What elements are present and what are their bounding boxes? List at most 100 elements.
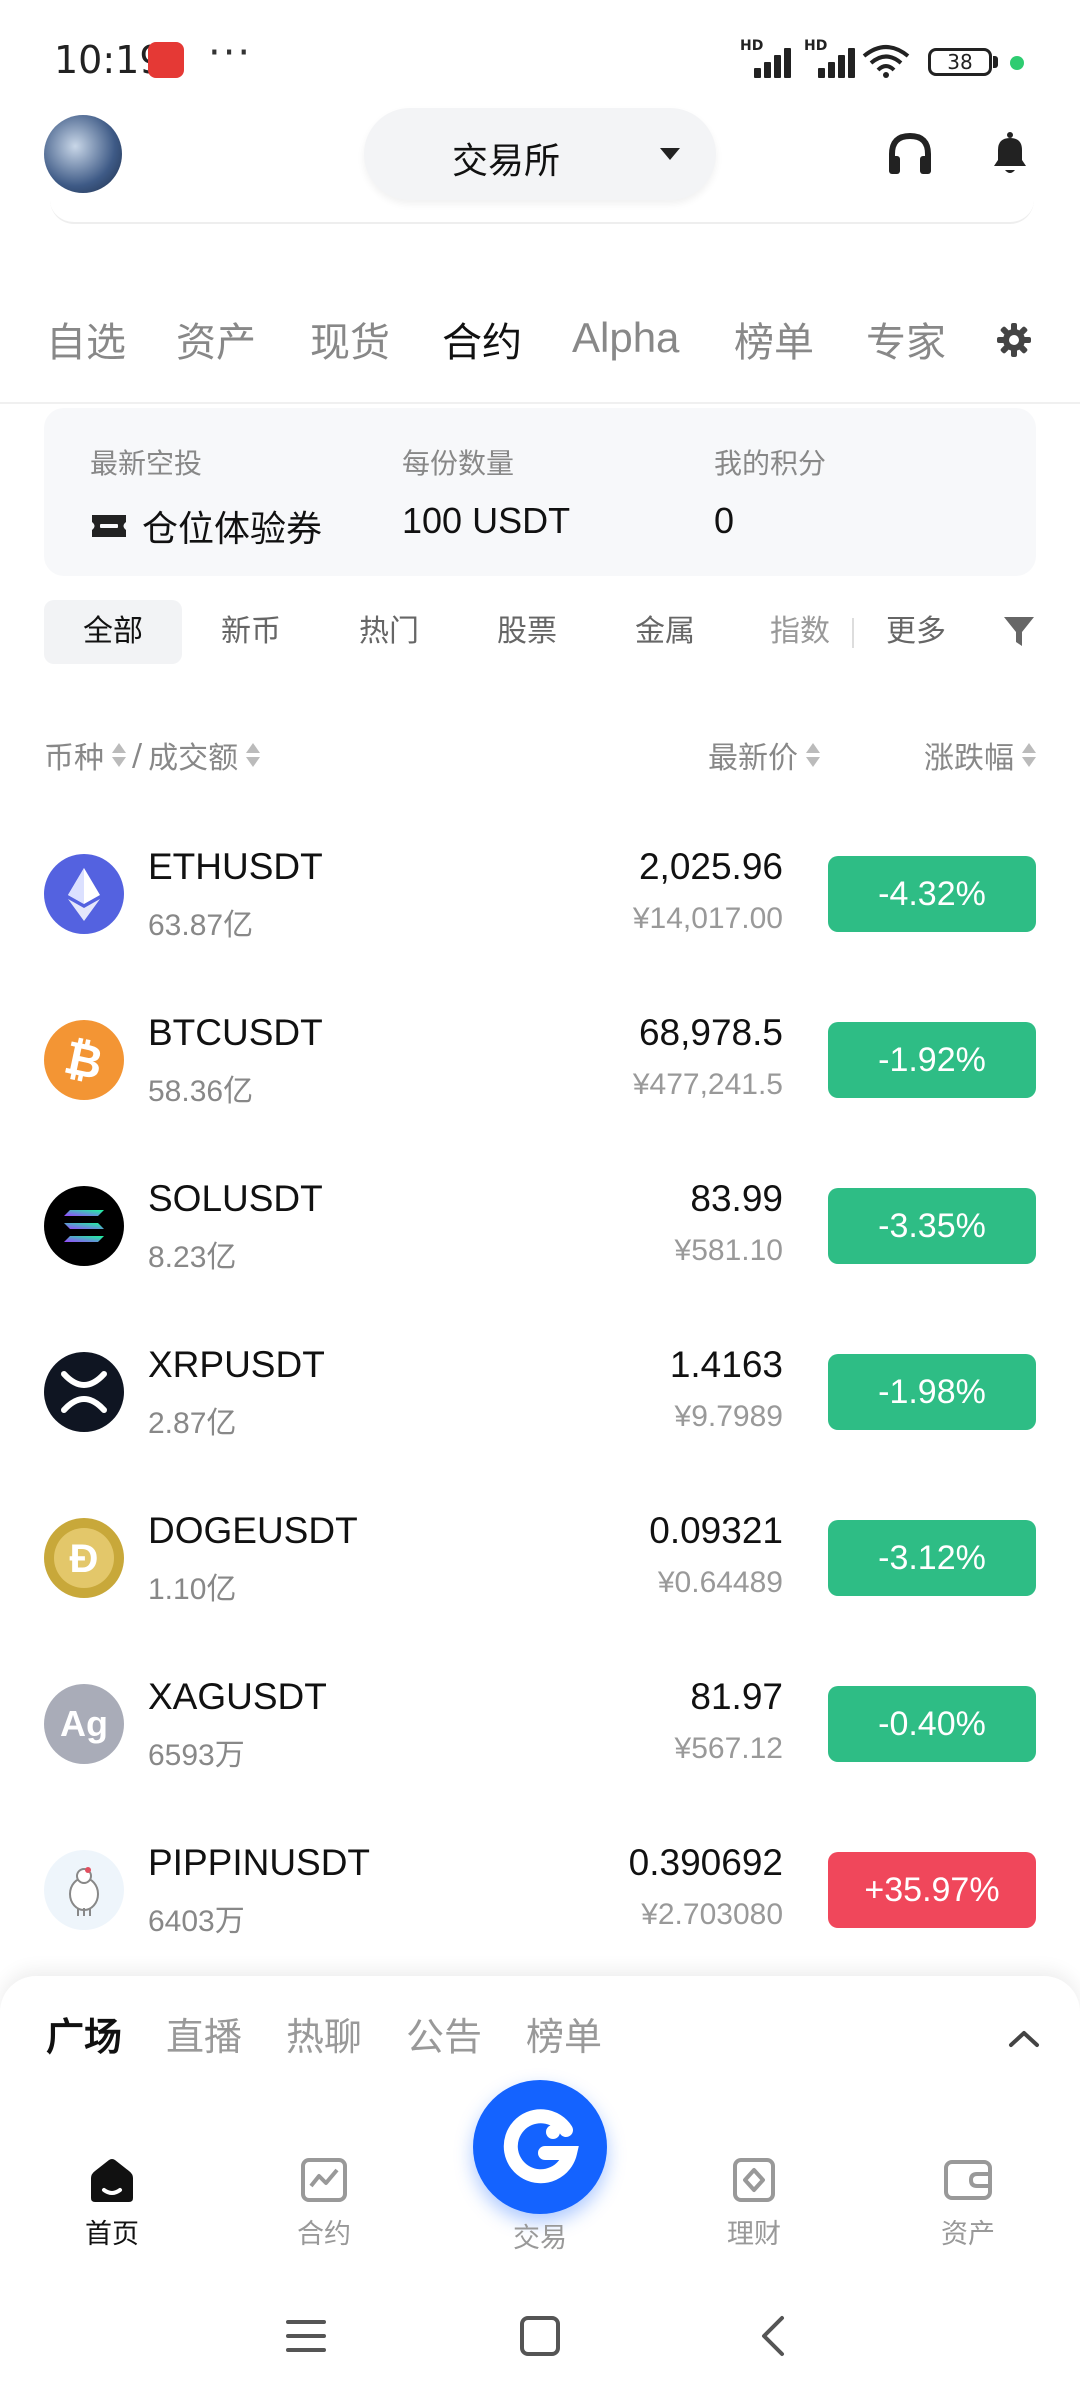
sort-icon[interactable] (246, 742, 261, 768)
market-volume: 1.10亿 (148, 1573, 237, 1606)
market-change-badge[interactable]: -1.92% (828, 1022, 1036, 1098)
wifi-icon (862, 45, 910, 78)
battery-icon: 38 (928, 48, 992, 76)
market-volume: 58.36亿 (148, 1075, 254, 1108)
sort-icon[interactable] (1022, 742, 1036, 768)
filter-more[interactable]: 更多 (856, 600, 976, 664)
sort-coin[interactable]: 币种 (44, 733, 104, 777)
market-list-header: 币种 / 成交额 最新价 涨跌幅 (44, 733, 1036, 777)
market-change-badge[interactable]: -3.12% (828, 1520, 1036, 1596)
market-change-badge[interactable]: -1.98% (828, 1354, 1036, 1430)
home-icon (91, 2159, 133, 2202)
tab-watchlist[interactable]: 自选 (46, 310, 126, 368)
sort-icon[interactable] (112, 742, 126, 768)
home-square-icon[interactable] (518, 2314, 562, 2358)
nav-earn-label: 理财 (727, 2219, 781, 2250)
market-symbol: ETHUSDT (148, 846, 323, 887)
market-row[interactable]: Ag XAGUSDT 6593万 81.97 ¥567.12 -0.40% (0, 1640, 1080, 1806)
trade-button[interactable] (473, 2080, 607, 2214)
system-nav-bar (0, 2290, 1080, 2380)
signal-icon: HD (740, 38, 796, 78)
market-row[interactable]: SOLUSDT 8.23亿 83.99 ¥581.10 -3.35% (0, 1142, 1080, 1308)
tab-square[interactable]: 广场 (46, 2006, 122, 2061)
signal-icon: HD (804, 38, 860, 78)
sort-icon[interactable] (806, 742, 820, 768)
airdrop-card[interactable]: 最新空投 仓位体验券 每份数量 100 USDT 我的积分 0 (44, 408, 1036, 576)
market-price-cny: ¥567.12 (674, 1732, 783, 1765)
market-change-badge[interactable]: +35.97% (828, 1852, 1036, 1928)
airdrop-quantity-value: 100 USDT (402, 500, 571, 541)
xag-icon: Ag (44, 1684, 124, 1764)
market-symbol: BTCUSDT (148, 1012, 323, 1053)
chevron-up-icon[interactable] (1008, 2028, 1040, 2048)
airdrop-points: 我的积分 0 (714, 442, 826, 542)
airdrop-points-value: 0 (714, 500, 735, 541)
filter-hot[interactable]: 热门 (320, 600, 458, 664)
market-row[interactable]: PIPPINUSDT 6403万 0.390692 ¥2.703080 +35.… (0, 1806, 1080, 1972)
tab-experts[interactable]: 专家 (866, 310, 946, 368)
trade-label: 交易 (513, 2223, 567, 2254)
airdrop-quantity-label: 每份数量 (402, 447, 515, 480)
filter-index[interactable]: 指数 (734, 600, 854, 664)
market-price: 81.97 (690, 1676, 783, 1717)
nav-futures-label: 合约 (297, 2219, 351, 2250)
filter-metals[interactable]: 金属 (596, 600, 734, 664)
battery-tip (993, 56, 998, 68)
market-price: 0.390692 (628, 1842, 783, 1883)
market-volume: 6593万 (148, 1739, 245, 1772)
nav-assets[interactable]: 资产 (898, 2156, 1038, 2251)
tab-announcements[interactable]: 公告 (406, 2006, 482, 2061)
nav-assets-label: 资产 (941, 2219, 995, 2250)
headset-icon[interactable] (884, 128, 936, 180)
avatar[interactable] (44, 115, 122, 193)
market-symbol: XRPUSDT (148, 1344, 325, 1385)
bell-icon[interactable] (984, 128, 1036, 180)
sort-change[interactable]: 涨跌幅 (924, 733, 1014, 777)
back-icon[interactable] (752, 2314, 796, 2358)
market-row[interactable]: ETHUSDT 63.87亿 2,025.96 ¥14,017.00 -4.32… (0, 810, 1080, 976)
market-row[interactable]: Ð DOGEUSDT 1.10亿 0.09321 ¥0.64489 -3.12% (0, 1474, 1080, 1640)
filter-new[interactable]: 新币 (182, 600, 320, 664)
menu-icon[interactable] (284, 2314, 328, 2358)
tab-rankings[interactable]: 榜单 (734, 310, 814, 368)
market-row[interactable]: ₿ BTCUSDT 58.36亿 68,978.5 ¥477,241.5 -1.… (0, 976, 1080, 1142)
nav-futures[interactable]: 合约 (254, 2156, 394, 2251)
exchange-label: 交易所 (452, 141, 561, 182)
bottom-nav: 首页 合约 交易 理财 资产 (0, 2080, 1080, 2270)
tab-alpha[interactable]: Alpha (572, 314, 679, 362)
market-change-badge[interactable]: -4.32% (828, 856, 1036, 932)
market-price-cny: ¥2.703080 (641, 1898, 783, 1931)
tab-futures[interactable]: 合约 (442, 310, 522, 368)
market-price-cny: ¥14,017.00 (632, 902, 783, 935)
exchange-switcher[interactable]: 交易所 (364, 108, 716, 200)
market-price: 2,025.96 (638, 846, 783, 887)
market-price-cny: ¥9.7989 (674, 1400, 783, 1433)
market-change-badge[interactable]: -0.40% (828, 1686, 1036, 1762)
gear-icon[interactable] (996, 322, 1032, 358)
trade-logo-icon (503, 2109, 579, 2184)
filter-all[interactable]: 全部 (44, 600, 182, 664)
nav-earn[interactable]: 理财 (684, 2156, 824, 2251)
sort-volume[interactable]: 成交额 (148, 733, 238, 777)
market-price: 0.09321 (649, 1510, 783, 1551)
header-divider (50, 200, 1034, 224)
tab-spot[interactable]: 现货 (310, 310, 390, 368)
xrp-icon (44, 1352, 124, 1432)
tab-live[interactable]: 直播 (166, 2006, 242, 2061)
notification-app-icon (148, 42, 184, 78)
filter-funnel-icon[interactable] (1002, 614, 1036, 650)
market-change-badge[interactable]: -3.35% (828, 1188, 1036, 1264)
airdrop-latest-label: 最新空投 (90, 447, 203, 480)
tab-assets[interactable]: 资产 (176, 310, 256, 368)
tab-leaderboard[interactable]: 榜单 (526, 2006, 602, 2061)
eth-icon (44, 854, 124, 934)
market-row[interactable]: XRPUSDT 2.87亿 1.4163 ¥9.7989 -1.98% (0, 1308, 1080, 1474)
sol-icon (44, 1186, 124, 1266)
market-volume: 8.23亿 (148, 1241, 237, 1274)
chart-icon (301, 2158, 347, 2202)
filter-stocks[interactable]: 股票 (458, 600, 596, 664)
airdrop-points-label: 我的积分 (714, 447, 827, 480)
tab-hot-chat[interactable]: 热聊 (286, 2006, 362, 2061)
nav-home[interactable]: 首页 (42, 2156, 182, 2251)
sort-price[interactable]: 最新价 (708, 733, 798, 777)
